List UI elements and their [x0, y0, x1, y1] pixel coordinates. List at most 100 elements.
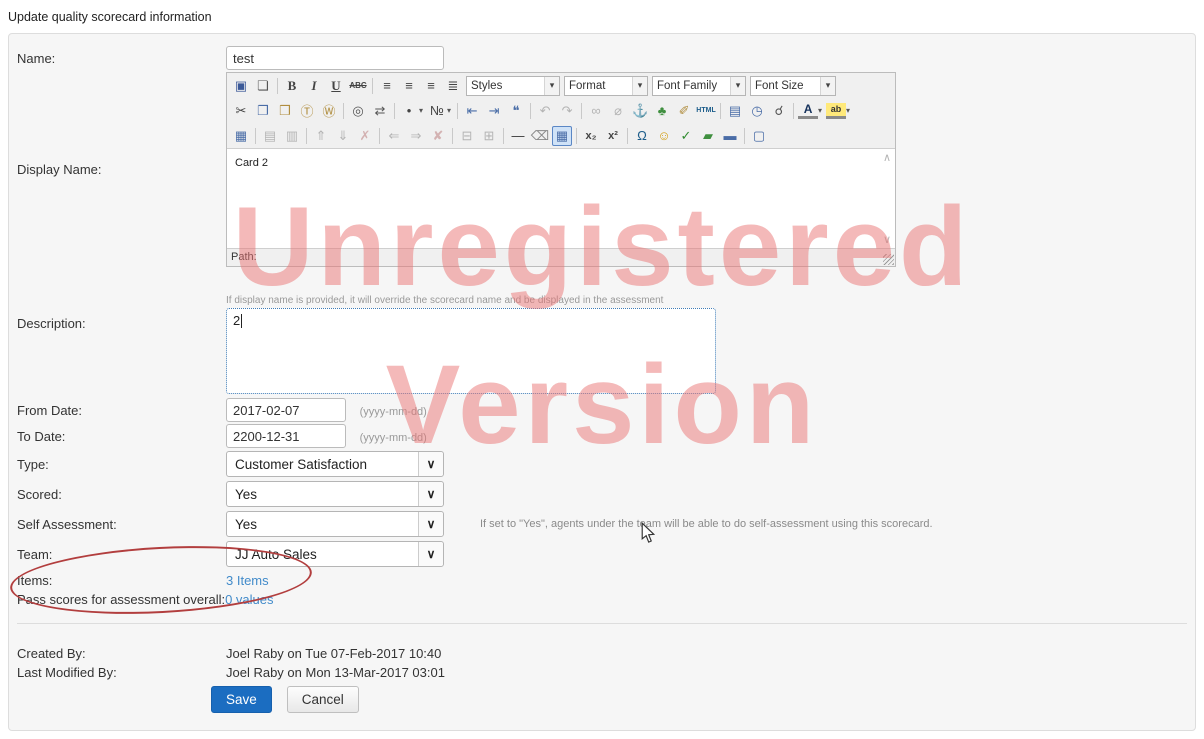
chevron-down-icon[interactable]: ▾: [419, 106, 423, 115]
chevron-down-icon[interactable]: ∨: [418, 452, 443, 476]
toolbar-separator: [576, 127, 577, 144]
insert-date-icon[interactable]: ▤: [725, 101, 745, 121]
anchor-icon[interactable]: ⚓: [630, 101, 650, 121]
chevron-down-icon[interactable]: ∨: [418, 512, 443, 536]
save-icon[interactable]: ▣: [231, 76, 251, 96]
remove-formatting-icon[interactable]: ⌫: [530, 126, 550, 146]
superscript-icon[interactable]: x²: [603, 126, 623, 146]
chevron-down-icon[interactable]: ▾: [846, 106, 850, 115]
insert-media-icon[interactable]: ▰: [698, 126, 718, 146]
type-select[interactable]: Customer Satisfaction ∨: [226, 451, 444, 477]
cut-icon[interactable]: ✂: [231, 101, 251, 121]
merge-cells-icon: ⊞: [483, 127, 495, 143]
align-center-icon[interactable]: ≡: [399, 76, 419, 96]
indent-icon[interactable]: ⇥: [484, 101, 504, 121]
created-by-label: Created By:: [17, 646, 86, 661]
paste-icon[interactable]: ❒: [275, 101, 295, 121]
paste-from-word-icon[interactable]: Ⓦ: [319, 101, 339, 121]
resize-grip-icon[interactable]: [883, 254, 894, 265]
editor-content-area[interactable]: Card 2 ∧ ∨: [227, 148, 895, 248]
display-name-note-row: If display name is provided, it will ove…: [17, 295, 1187, 306]
scored-label: Scored:: [17, 486, 62, 502]
bold-icon[interactable]: B: [282, 76, 302, 96]
copy-icon[interactable]: ❐: [253, 101, 273, 121]
align-left-icon[interactable]: ≡: [377, 76, 397, 96]
to-date-input[interactable]: [226, 424, 346, 448]
type-row: Type: Customer Satisfaction ∨: [17, 451, 1187, 477]
self-assessment-select[interactable]: Yes ∨: [226, 511, 444, 537]
self-assessment-label: Self Assessment:: [17, 516, 117, 532]
pass-scores-link[interactable]: 0 values: [225, 592, 273, 607]
display-name-row: Display Name: ▣ ❏ B I U ABC ≡ ≡ ≡ ≣ Styles ▾ Format ▾…: [17, 72, 1187, 267]
strikethrough-icon[interactable]: ABC: [348, 76, 368, 96]
italic-icon[interactable]: I: [304, 76, 324, 96]
toolbar-select-font-family[interactable]: Font Family ▾: [652, 75, 746, 96]
self-assessment-row: Self Assessment: Yes ∨ If set to "Yes", …: [17, 511, 1187, 537]
find-icon[interactable]: ◎: [348, 101, 368, 121]
blockquote-icon[interactable]: ❝: [506, 101, 526, 121]
numbered-list-icon[interactable]: №: [427, 101, 447, 121]
cleanup-icon[interactable]: ✐: [674, 101, 694, 121]
bullet-list-icon[interactable]: •: [399, 101, 419, 121]
underline-icon[interactable]: U: [326, 76, 346, 96]
to-date-format-hint: (yyyy-mm-dd): [359, 431, 427, 444]
chevron-down-icon[interactable]: ∨: [418, 542, 443, 566]
editor-content-text: Card 2: [235, 157, 269, 169]
edit-html-icon[interactable]: HTML: [696, 101, 716, 121]
display-name-note: If display name is provided, it will ove…: [226, 295, 664, 306]
emoticons-icon[interactable]: ☺: [654, 126, 674, 146]
type-label: Type:: [17, 456, 49, 472]
insert-advanced-hr-icon[interactable]: ▬: [720, 126, 740, 146]
align-justify-icon[interactable]: ≣: [443, 76, 463, 96]
toolbar-separator: [530, 102, 532, 119]
modified-by-row: Last Modified By: Joel Raby on Mon 13-Ma…: [17, 665, 1187, 680]
insert-image-icon[interactable]: ♣: [652, 101, 672, 121]
chevron-down-icon: ▾: [544, 76, 559, 95]
cancel-button[interactable]: Cancel: [286, 686, 359, 713]
toolbar-separator: [306, 127, 307, 144]
toolbar-select-styles[interactable]: Styles ▾: [466, 75, 560, 96]
text-caret: [241, 314, 243, 328]
preview-icon[interactable]: ☌: [769, 101, 789, 121]
split-cells-icon: ⊟: [461, 127, 473, 143]
name-input[interactable]: [226, 46, 444, 70]
horizontal-rule-icon[interactable]: —: [508, 126, 528, 146]
insert-time-icon[interactable]: ◷: [747, 101, 767, 121]
team-select[interactable]: JJ Auto Sales ∨: [226, 541, 444, 567]
table-row-properties-icon: ▤: [263, 127, 277, 143]
background-color-icon[interactable]: ab: [826, 102, 847, 119]
editor-toolbar-row-1: ▣ ❏ B I U ABC ≡ ≡ ≡ ≣ Styles ▾ Format ▾ Font Family ▾ Fo…: [227, 73, 895, 98]
toggle-guidelines-icon[interactable]: ▦: [552, 125, 572, 146]
description-value: 2: [233, 313, 241, 328]
self-assessment-note: If set to "Yes", agents under the team w…: [480, 518, 933, 530]
subscript-icon[interactable]: x₂: [581, 126, 601, 146]
scroll-up-icon[interactable]: ∧: [883, 151, 891, 164]
find-replace-icon[interactable]: ⇄: [370, 101, 390, 121]
from-date-input[interactable]: [226, 398, 346, 422]
description-textarea[interactable]: 2: [226, 308, 716, 394]
chevron-down-icon[interactable]: ∨: [418, 482, 443, 506]
text-color-icon[interactable]: A: [798, 103, 819, 119]
modified-by-value: Joel Raby on Mon 13-Mar-2017 03:01: [226, 665, 445, 680]
fullscreen-icon[interactable]: ▢: [749, 126, 769, 146]
align-right-icon[interactable]: ≡: [421, 76, 441, 96]
special-character-icon[interactable]: Ω: [632, 126, 652, 146]
save-button[interactable]: Save: [211, 686, 272, 713]
chevron-down-icon[interactable]: ▾: [447, 106, 451, 115]
spellcheck-icon[interactable]: ✓: [676, 126, 696, 146]
scroll-down-icon[interactable]: ∨: [883, 233, 891, 246]
unlink-icon: ⌀: [614, 102, 622, 118]
chevron-down-icon[interactable]: ▾: [818, 106, 822, 115]
self-assessment-select-value: Yes: [235, 516, 258, 532]
outdent-icon[interactable]: ⇤: [462, 101, 482, 121]
description-label: Description:: [17, 316, 86, 331]
paste-as-text-icon[interactable]: Ⓣ: [297, 101, 317, 121]
toolbar-separator: [720, 102, 722, 119]
font-family-label: Font Family: [657, 79, 718, 92]
items-link[interactable]: 3 Items: [226, 573, 269, 588]
new-document-icon[interactable]: ❏: [253, 76, 273, 96]
insert-table-icon[interactable]: ▦: [231, 126, 251, 146]
scored-select[interactable]: Yes ∨: [226, 481, 444, 507]
toolbar-select-format[interactable]: Format ▾: [564, 75, 648, 96]
toolbar-select-font-size[interactable]: Font Size ▾: [750, 75, 836, 96]
